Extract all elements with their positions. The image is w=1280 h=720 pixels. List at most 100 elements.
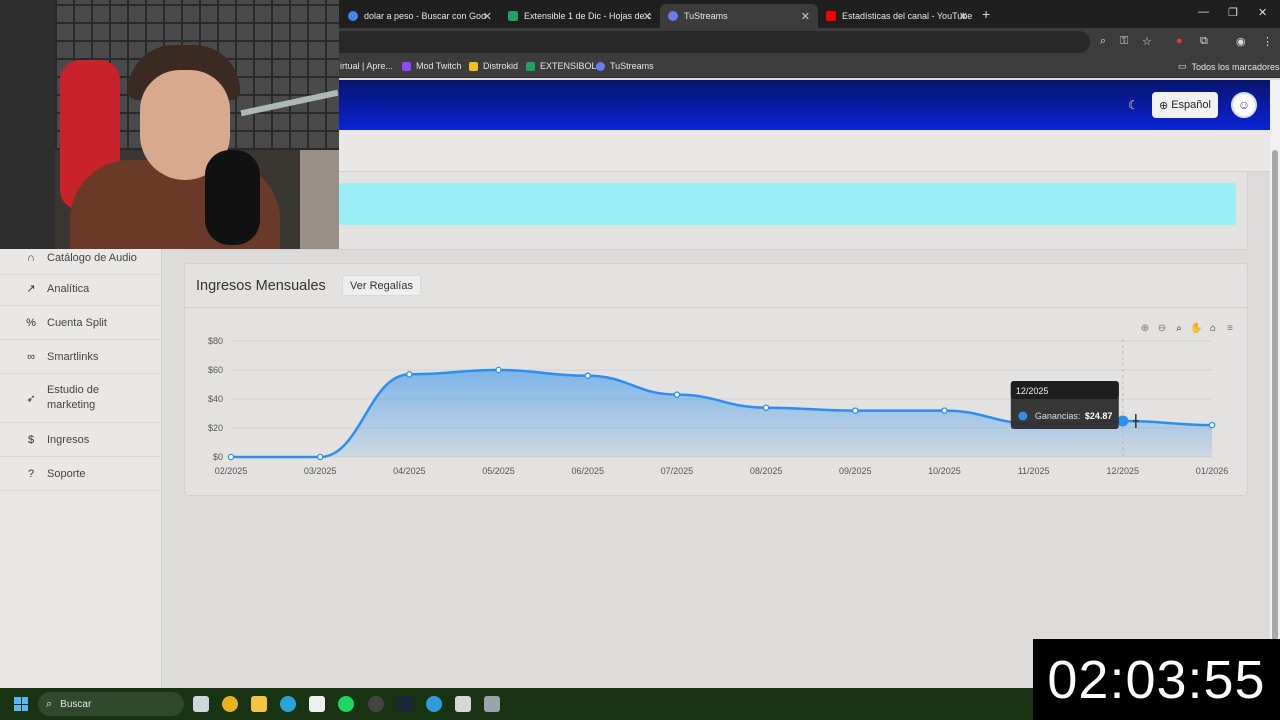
bookmark-item[interactable]: EXTENSIBOL bbox=[526, 61, 597, 71]
x-tick-label: 02/2025 bbox=[215, 466, 248, 476]
data-point bbox=[406, 371, 413, 378]
data-point bbox=[762, 404, 770, 411]
tab-tustreams[interactable]: TuStreams ✕ bbox=[660, 4, 818, 28]
minimize-icon[interactable]: — bbox=[1198, 6, 1209, 18]
y-tick-label: $0 bbox=[213, 452, 223, 462]
taskbar-search[interactable]: ⌕ Buscar bbox=[38, 692, 184, 716]
ver-regalias-button[interactable]: Ver Regalías bbox=[342, 275, 421, 296]
key-icon[interactable]: ⚿ bbox=[1120, 35, 1128, 48]
profile-icon[interactable]: ◉ bbox=[1236, 35, 1246, 48]
data-point bbox=[673, 391, 681, 398]
tab-sheets[interactable]: Extensible 1 de Dic - Hojas de c ✕ bbox=[500, 4, 660, 28]
task-view-icon[interactable] bbox=[193, 696, 209, 712]
sidebar-item-smartlinks[interactable]: ∞ Smartlinks bbox=[0, 340, 160, 374]
headphones-icon: ∩ bbox=[27, 252, 35, 264]
sidebar-item-label: Analítica bbox=[47, 282, 90, 295]
language-label: Español bbox=[1171, 99, 1211, 111]
dollar-icon: $ bbox=[27, 433, 35, 446]
x-tick-label: 04/2025 bbox=[393, 466, 426, 476]
info-banner bbox=[339, 183, 1236, 225]
extension-icon[interactable]: ● bbox=[1176, 35, 1183, 47]
calculator-icon[interactable] bbox=[484, 696, 500, 712]
new-tab-icon[interactable]: + bbox=[982, 6, 990, 22]
x-tick-label: 06/2025 bbox=[571, 466, 604, 476]
globe-icon: ⊕ bbox=[1159, 99, 1169, 112]
sidebar-item-label: Cuenta Split bbox=[47, 316, 107, 329]
card-title: Ingresos Mensuales bbox=[196, 278, 326, 294]
bookmark-label: TuStreams bbox=[610, 61, 654, 71]
windows-start-icon[interactable] bbox=[14, 697, 28, 711]
page-scrollbar[interactable] bbox=[1270, 80, 1280, 710]
sidebar-item-analitica[interactable]: ↗ Analítica bbox=[0, 272, 160, 306]
edge-icon[interactable] bbox=[426, 696, 442, 712]
avatar[interactable]: ☺ bbox=[1231, 92, 1257, 118]
webcam-overlay bbox=[0, 0, 339, 249]
data-point bbox=[227, 453, 235, 461]
data-point bbox=[941, 407, 948, 414]
spotify-icon[interactable] bbox=[338, 696, 354, 712]
google-icon bbox=[348, 11, 358, 21]
address-bar[interactable] bbox=[330, 31, 1090, 53]
close-icon[interactable]: ✕ bbox=[959, 10, 968, 23]
chrome-icon[interactable] bbox=[222, 696, 238, 712]
x-tick-label: 07/2025 bbox=[661, 466, 694, 476]
data-point bbox=[852, 407, 859, 414]
sidebar-item-ingresos[interactable]: $ Ingresos bbox=[0, 423, 160, 457]
tab-label: Estadísticas del canal - YouTube bbox=[842, 11, 973, 21]
x-tick-label: 03/2025 bbox=[304, 466, 337, 476]
close-icon[interactable]: ✕ bbox=[483, 10, 492, 23]
bookmark-item[interactable]: irtual | Apre... bbox=[340, 61, 393, 71]
tab-label: dolar a peso - Buscar con Goo bbox=[364, 11, 487, 21]
capcut-icon[interactable] bbox=[309, 696, 325, 712]
close-icon[interactable]: ✕ bbox=[643, 10, 652, 23]
sidebar-item-cuenta-split[interactable]: % Cuenta Split bbox=[0, 306, 160, 340]
rocket-icon: ➶ bbox=[26, 392, 36, 405]
tustreams-icon bbox=[668, 11, 678, 21]
zoom-icon[interactable]: ⌕ bbox=[1100, 35, 1106, 48]
language-button[interactable]: ⊕ Español bbox=[1152, 92, 1218, 118]
obs-icon[interactable] bbox=[368, 696, 384, 712]
data-point bbox=[584, 372, 591, 380]
telegram-icon[interactable] bbox=[280, 696, 296, 712]
menu-dots-icon[interactable]: ⋮ bbox=[1262, 35, 1273, 48]
scroll-thumb[interactable] bbox=[1272, 150, 1278, 710]
data-point bbox=[495, 366, 502, 374]
window-close-icon[interactable]: ✕ bbox=[1258, 6, 1267, 19]
sidebar-item-marketing[interactable]: ➶ Estudio de marketing bbox=[0, 374, 160, 423]
webcam-microphone bbox=[205, 150, 260, 245]
youtube-icon bbox=[826, 11, 836, 21]
file-explorer-icon[interactable] bbox=[251, 696, 267, 712]
puzzle-icon[interactable]: ⧉ bbox=[1200, 35, 1208, 48]
x-tick-label: 12/2025 bbox=[1107, 466, 1140, 476]
steam-icon[interactable] bbox=[397, 696, 413, 712]
close-icon[interactable]: ✕ bbox=[801, 10, 810, 23]
top-panel bbox=[184, 172, 1248, 250]
area-chart: $0 $20 $40 $60 $80 02/2025 03/2025 04/2025 05/20… bbox=[208, 336, 1228, 476]
moon-icon[interactable]: ☾ bbox=[1128, 98, 1139, 112]
sidebar-item-label: Catálogo de Audio bbox=[47, 252, 137, 264]
tab-youtube[interactable]: Estadísticas del canal - YouTube ✕ bbox=[818, 4, 976, 28]
maximize-icon[interactable]: ❐ bbox=[1228, 6, 1238, 19]
chart-line-icon: ↗ bbox=[26, 283, 36, 295]
tooltip-value: $24.87 bbox=[1085, 411, 1113, 421]
question-icon: ? bbox=[27, 467, 35, 480]
x-tick-label: 10/2025 bbox=[928, 466, 961, 476]
data-point bbox=[316, 453, 324, 461]
bookmark-label: Distrokid bbox=[483, 61, 519, 71]
tooltip-label: Ganancias: bbox=[1035, 411, 1081, 421]
sidebar: ∩ Catálogo de Audio ↗ Analítica % Cuenta… bbox=[0, 172, 162, 688]
sidebar-item-soporte[interactable]: ? Soporte bbox=[0, 457, 160, 491]
app-icon[interactable] bbox=[455, 696, 471, 712]
sidebar-item-label: Smartlinks bbox=[47, 350, 99, 363]
bookmark-label: Mod Twitch bbox=[416, 61, 462, 71]
star-icon[interactable]: ☆ bbox=[1142, 35, 1152, 48]
tab-google[interactable]: dolar a peso - Buscar con Goo ✕ bbox=[340, 4, 500, 28]
bookmark-item[interactable]: Distrokid bbox=[469, 61, 518, 71]
all-bookmarks[interactable]: ▭ Todos los marcadores bbox=[1178, 61, 1280, 72]
bookmark-item[interactable]: TuStreams bbox=[596, 61, 654, 71]
sidebar-item-label: Soporte bbox=[47, 467, 86, 480]
tooltip-marker bbox=[1018, 411, 1028, 421]
bookmark-item[interactable]: Mod Twitch bbox=[402, 61, 461, 71]
divider bbox=[185, 307, 1247, 308]
data-point bbox=[1117, 415, 1129, 427]
